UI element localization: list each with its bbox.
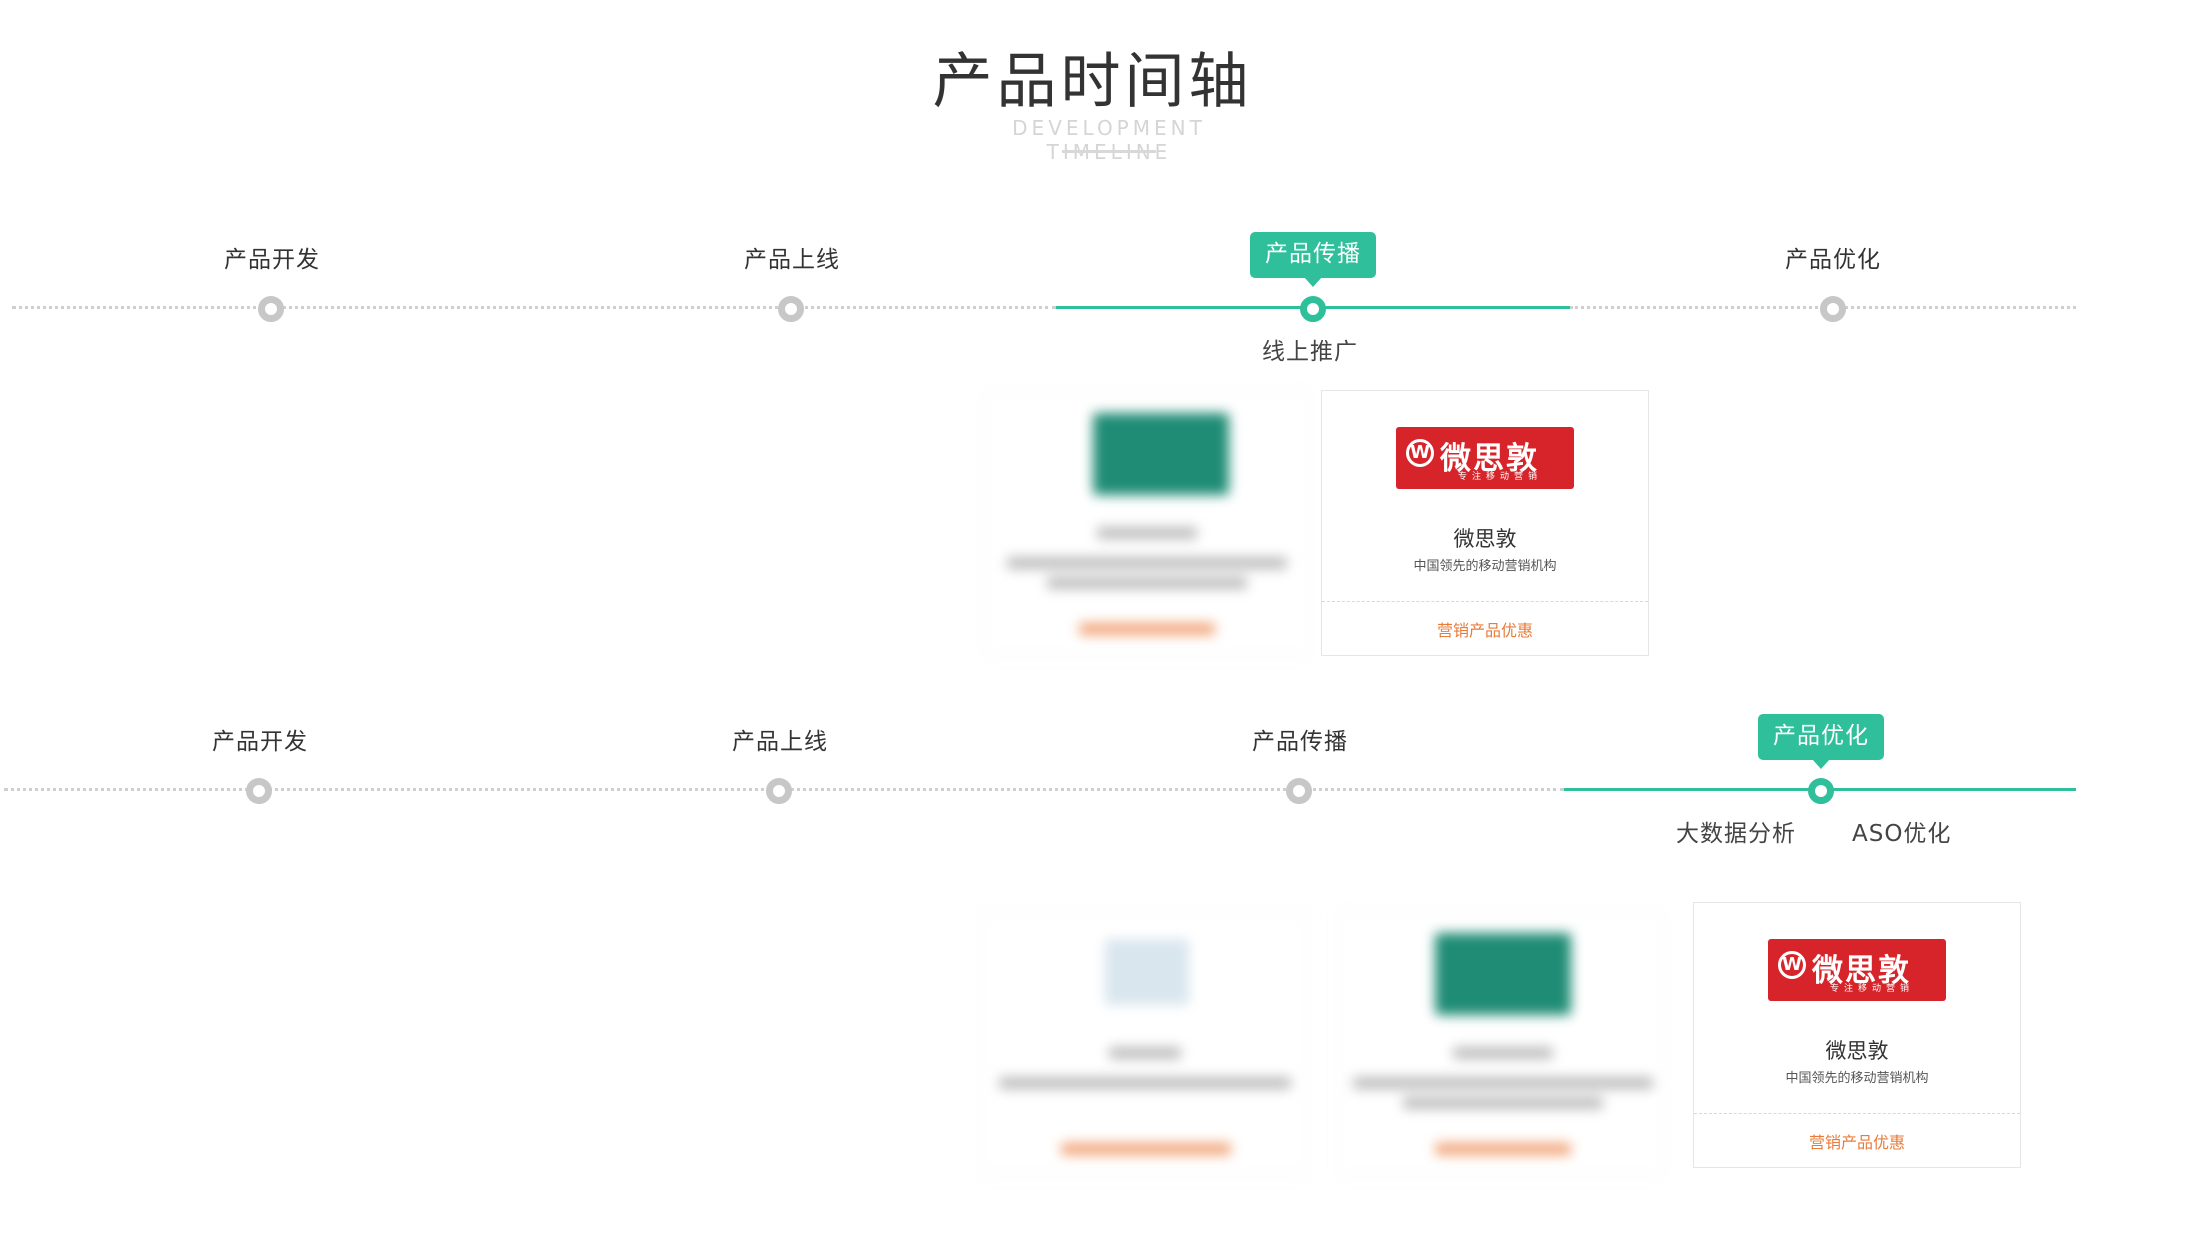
weisidun-logo: W 微思敦 专注移动营销 xyxy=(1396,427,1574,489)
timeline-2-node-develop[interactable] xyxy=(246,778,272,804)
weisidun-logo-icon: W xyxy=(1406,439,1434,467)
timeline-2-sub-aso[interactable]: ASO优化 xyxy=(1852,814,1951,848)
timeline-2-node-spread[interactable] xyxy=(1286,778,1312,804)
card-divider xyxy=(1694,1113,2020,1114)
card-link-placeholder xyxy=(1079,623,1215,635)
page-subtitle: DEVELOPMENT TIMELINE xyxy=(1012,116,1206,164)
card-link-placeholder xyxy=(1061,1143,1231,1155)
timeline-2-stage-spread[interactable]: 产品传播 xyxy=(1200,722,1400,756)
card-desc-placeholder xyxy=(1353,1077,1653,1089)
timeline-1-stage-launch[interactable]: 产品上线 xyxy=(692,240,892,274)
logo-subtext: 专注移动营销 xyxy=(1458,472,1543,482)
card-link-placeholder xyxy=(1435,1143,1571,1155)
logo-subtext: 专注移动营销 xyxy=(1830,984,1915,994)
card-desc-placeholder xyxy=(1007,557,1287,569)
timeline-1-node-launch[interactable] xyxy=(778,296,804,322)
timeline-2-card-1[interactable] xyxy=(980,910,1308,1176)
title-underline xyxy=(1062,150,1156,153)
timeline-2-node-optimize[interactable] xyxy=(1808,778,1834,804)
timeline-1-card-2[interactable]: W 微思敦 专注移动营销 微思敦 中国领先的移动营销机构 营销产品优惠 xyxy=(1321,390,1649,656)
card-desc: 中国领先的移动营销机构 xyxy=(1413,559,1557,574)
weisidun-logo-icon: W xyxy=(1778,951,1806,979)
weisidun-logo: W 微思敦 专注移动营销 xyxy=(1768,939,1946,1001)
timeline-2-node-launch[interactable] xyxy=(766,778,792,804)
timeline-2-stage-launch[interactable]: 产品上线 xyxy=(680,722,880,756)
card-logo xyxy=(1435,933,1571,1015)
card-logo xyxy=(1093,413,1229,495)
timeline-2-stage-develop[interactable]: 产品开发 xyxy=(160,722,360,756)
card-name: 微思敦 xyxy=(1453,527,1517,551)
page-title: 产品时间轴 xyxy=(932,47,1253,117)
timeline-1-card-1[interactable] xyxy=(982,390,1310,656)
timeline-1-node-develop[interactable] xyxy=(258,296,284,322)
timeline-2-card-2[interactable] xyxy=(1338,910,1666,1176)
timeline-1-node-spread[interactable] xyxy=(1300,296,1326,322)
card-divider xyxy=(1322,601,1648,602)
timeline-1-stage-develop[interactable]: 产品开发 xyxy=(172,240,372,274)
timeline-2-card-3[interactable]: W 微思敦 专注移动营销 微思敦 中国领先的移动营销机构 营销产品优惠 xyxy=(1693,902,2021,1168)
timeline-1-sub-online-promo[interactable]: 线上推广 xyxy=(1262,332,1358,366)
card-desc-placeholder-2 xyxy=(1403,1097,1603,1109)
card-desc-placeholder xyxy=(999,1077,1291,1089)
timeline-1-track-left xyxy=(12,306,1056,309)
card-offer-link[interactable]: 营销产品优惠 xyxy=(1694,1129,2020,1153)
card-name-placeholder xyxy=(1097,527,1197,539)
timeline-1-stage-optimize[interactable]: 产品优化 xyxy=(1733,240,1933,274)
card-name: 微思敦 xyxy=(1825,1039,1889,1063)
card-desc: 中国领先的移动营销机构 xyxy=(1785,1071,1929,1086)
card-offer-link[interactable]: 营销产品优惠 xyxy=(1322,617,1648,641)
card-name-placeholder xyxy=(1109,1047,1181,1059)
timeline-2-stage-optimize-active[interactable]: 产品优化 xyxy=(1758,714,1884,769)
card-name-placeholder xyxy=(1453,1047,1553,1059)
timeline-1-stage-spread-active[interactable]: 产品传播 xyxy=(1250,232,1376,287)
timeline-2-sub-big-data[interactable]: 大数据分析 xyxy=(1676,814,1796,848)
card-logo xyxy=(1105,939,1189,1005)
card-desc-placeholder-2 xyxy=(1047,577,1247,589)
timeline-1-node-optimize[interactable] xyxy=(1820,296,1846,322)
